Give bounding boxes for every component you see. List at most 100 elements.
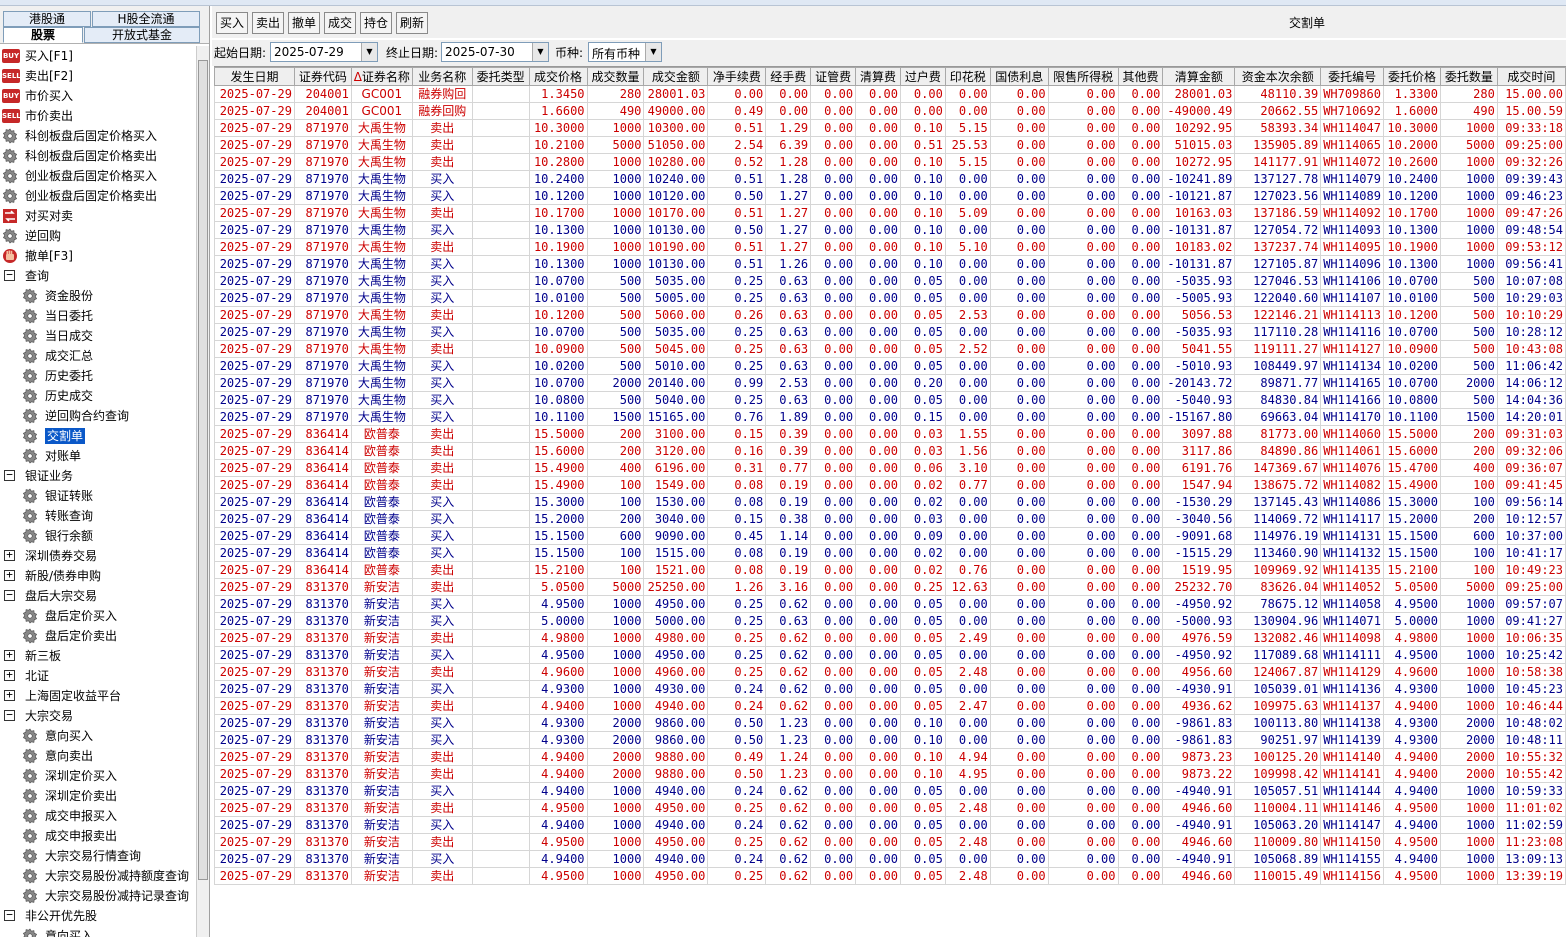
- expand-icon[interactable]: +: [4, 569, 15, 581]
- tree-item[interactable]: 意向买入: [0, 926, 196, 937]
- column-header[interactable]: 发生日期: [214, 67, 295, 86]
- table-row[interactable]: 2025-07-29 831370 新安洁 卖出 4.9400 1000 4940.00 0.…: [214, 697, 1566, 715]
- refresh-button[interactable]: 刷新: [396, 12, 428, 34]
- tab-open-end-funds[interactable]: 开放式基金: [84, 27, 200, 43]
- table-row[interactable]: 2025-07-29 836414 欧普泰 买入 15.1500 100 1515.00 0.…: [214, 544, 1566, 562]
- table-row[interactable]: 2025-07-29 836414 欧普泰 卖出 15.4900 100 1549.00 0.…: [214, 476, 1566, 494]
- column-header[interactable]: 证券代码: [293, 67, 352, 86]
- table-row[interactable]: 2025-07-29 871970 大禹生物 卖出 10.1200 500 5060.00 0…: [214, 306, 1566, 324]
- table-row[interactable]: 2025-07-29 831370 新安洁 卖出 5.0500 5000 25250.00 1…: [214, 578, 1566, 596]
- table-row[interactable]: 2025-07-29 831370 新安洁 买入 4.9500 1000 4950.00 0.…: [214, 646, 1566, 664]
- tree-item[interactable]: + 北证: [0, 666, 196, 686]
- column-header[interactable]: 成交价格: [528, 67, 588, 86]
- expand-icon[interactable]: +: [4, 689, 15, 701]
- tab-hk-connect[interactable]: 港股通: [3, 11, 91, 27]
- table-row[interactable]: 2025-07-29 871970 大禹生物 买入 10.0800 500 5040.00 0…: [214, 391, 1566, 409]
- column-header[interactable]: 委托数量: [1439, 67, 1498, 86]
- table-row[interactable]: 2025-07-29 831370 新安洁 买入 4.9300 1000 4930.00 0.…: [214, 680, 1566, 698]
- tree-item[interactable]: 逆回购合约查询: [0, 406, 196, 426]
- table-row[interactable]: 2025-07-29 831370 新安洁 卖出 4.9500 1000 4950.00 0.…: [214, 833, 1566, 851]
- column-header[interactable]: 其他费: [1117, 67, 1164, 86]
- tree-item[interactable]: 当日成交: [0, 326, 196, 346]
- sell-button[interactable]: 卖出: [252, 12, 284, 34]
- currency-select[interactable]: 所有币种 ▼: [588, 42, 662, 62]
- table-row[interactable]: 2025-07-29 831370 新安洁 卖出 4.9500 1000 4950.00 0.…: [214, 799, 1566, 817]
- collapse-icon[interactable]: −: [4, 269, 15, 281]
- column-header[interactable]: 过户费: [899, 67, 946, 86]
- tab-stocks[interactable]: 股票: [3, 27, 83, 43]
- column-header[interactable]: 成交数量: [586, 67, 645, 86]
- table-row[interactable]: 2025-07-29 871970 大禹生物 卖出 10.2100 5000 51050.0…: [214, 136, 1566, 154]
- table-row[interactable]: 2025-07-29 871970 大禹生物 买入 10.0700 500 5035.00 0…: [214, 323, 1566, 341]
- table-row[interactable]: 2025-07-29 836414 欧普泰 卖出 15.6000 200 3120.00 0.…: [214, 442, 1566, 460]
- table-row[interactable]: 2025-07-29 871970 大禹生物 卖出 10.0900 500 5045.00 0…: [214, 340, 1566, 358]
- tree-item[interactable]: 对账单: [0, 446, 196, 466]
- tree-item[interactable]: − 银证业务: [0, 466, 196, 486]
- tree-item[interactable]: − 大宗交易: [0, 706, 196, 726]
- tree-item[interactable]: 交割单: [0, 426, 196, 446]
- tree-item[interactable]: 银证转账: [0, 486, 196, 506]
- tree-item[interactable]: 撤单[F3]: [0, 246, 196, 266]
- tree-item[interactable]: 科创板盘后固定价格买入: [0, 126, 196, 146]
- column-header[interactable]: 委托编号: [1320, 67, 1384, 86]
- tree-item[interactable]: 盘后定价卖出: [0, 626, 196, 646]
- expand-icon[interactable]: +: [4, 549, 15, 561]
- table-row[interactable]: 2025-07-29 871970 大禹生物 买入 10.0700 500 5035.00 0…: [214, 272, 1566, 290]
- column-header[interactable]: 国债利息: [989, 67, 1049, 86]
- column-header[interactable]: 资金本次余额: [1234, 67, 1322, 86]
- tree-item[interactable]: 转账查询: [0, 506, 196, 526]
- tree-item[interactable]: 创业板盘后固定价格买入: [0, 166, 196, 186]
- cancel-order-button[interactable]: 撤单: [288, 12, 320, 34]
- table-row[interactable]: 2025-07-29 871970 大禹生物 买入 10.1300 1000 10130.0…: [214, 255, 1566, 273]
- tree-item[interactable]: 成交申报买入: [0, 806, 196, 826]
- tree-item[interactable]: 深圳定价卖出: [0, 786, 196, 806]
- collapse-icon[interactable]: −: [4, 709, 15, 721]
- column-header[interactable]: 委托价格: [1382, 67, 1441, 86]
- buy-button[interactable]: 买入: [216, 12, 248, 34]
- column-header[interactable]: 清算金额: [1162, 67, 1236, 86]
- tree-scrollbar-thumb[interactable]: [198, 60, 208, 880]
- tree-item[interactable]: 大宗交易股份减持额度查询: [0, 866, 196, 886]
- tree-item[interactable]: 历史成交: [0, 386, 196, 406]
- table-row[interactable]: 2025-07-29 871970 大禹生物 买入 10.0700 2000 20140.0…: [214, 374, 1566, 392]
- table-row[interactable]: 2025-07-29 871970 大禹生物 卖出 10.2800 1000 10280.0…: [214, 153, 1566, 171]
- tree-item[interactable]: BUY 市价买入: [0, 86, 196, 106]
- tree-item[interactable]: 成交汇总: [0, 346, 196, 366]
- column-header[interactable]: 委托类型: [471, 67, 530, 86]
- table-row[interactable]: 2025-07-29 836414 欧普泰 卖出 15.4900 400 6196.00 0.…: [214, 459, 1566, 477]
- table-row[interactable]: 2025-07-29 836414 欧普泰 卖出 15.5000 200 3100.00 0.…: [214, 425, 1566, 443]
- tree-item[interactable]: 盘后定价买入: [0, 606, 196, 626]
- column-header[interactable]: 经手费: [765, 67, 812, 86]
- chevron-down-icon[interactable]: ▼: [361, 43, 377, 61]
- tree-item[interactable]: 资金股份: [0, 286, 196, 306]
- table-row[interactable]: 2025-07-29 831370 新安洁 买入 4.9400 1000 4940.00 0.…: [214, 782, 1566, 800]
- column-header[interactable]: 成交金额: [643, 67, 709, 86]
- delivery-order-table[interactable]: 发生日期 证券代码 Δ证券名称 业务名称 委托类型 成交价格 成交数量 成交金额 净手续费 经手费…: [214, 66, 1566, 937]
- tree-item[interactable]: SELL 卖出[F2]: [0, 66, 196, 86]
- table-row[interactable]: 2025-07-29 831370 新安洁 买入 4.9400 1000 4940.00 0.…: [214, 850, 1566, 868]
- table-row[interactable]: 2025-07-29 836414 欧普泰 买入 15.3000 100 1530.00 0.…: [214, 493, 1566, 511]
- positions-button[interactable]: 持仓: [360, 12, 392, 34]
- table-row[interactable]: 2025-07-29 204001 GC001 融券购回 1.3450 280 28001.…: [214, 85, 1566, 103]
- tree-item[interactable]: 意向买入: [0, 726, 196, 746]
- filled-button[interactable]: 成交: [324, 12, 356, 34]
- tree-item[interactable]: + 新三板: [0, 646, 196, 666]
- table-row[interactable]: 2025-07-29 871970 大禹生物 卖出 10.1700 1000 10170.0…: [214, 204, 1566, 222]
- tree-item[interactable]: 对买对卖: [0, 206, 196, 226]
- column-header[interactable]: 清算费: [855, 67, 901, 86]
- collapse-icon[interactable]: −: [4, 469, 15, 481]
- table-row[interactable]: 2025-07-29 871970 大禹生物 卖出 10.3000 1000 10300.0…: [214, 119, 1566, 137]
- table-row[interactable]: 2025-07-29 831370 新安洁 卖出 4.9400 2000 9880.00 0.…: [214, 765, 1566, 783]
- tree-item[interactable]: 科创板盘后固定价格卖出: [0, 146, 196, 166]
- tree-item[interactable]: 银行余额: [0, 526, 196, 546]
- tree-item[interactable]: 创业板盘后固定价格卖出: [0, 186, 196, 206]
- column-header[interactable]: 限售所得税: [1047, 67, 1119, 86]
- tree-item[interactable]: 逆回购: [0, 226, 196, 246]
- table-row[interactable]: 2025-07-29 831370 新安洁 买入 4.9400 1000 4940.00 0.…: [214, 816, 1566, 834]
- table-row[interactable]: 2025-07-29 871970 大禹生物 买入 10.0100 500 5005.00 0…: [214, 289, 1566, 307]
- table-row[interactable]: 2025-07-29 871970 大禹生物 买入 10.2400 1000 10240.0…: [214, 170, 1566, 188]
- tree-item[interactable]: + 新股/债券申购: [0, 566, 196, 586]
- tree-scrollbar[interactable]: [196, 46, 209, 937]
- table-row[interactable]: 2025-07-29 871970 大禹生物 买入 10.1100 1500 15165.0…: [214, 408, 1566, 426]
- table-row[interactable]: 2025-07-29 871970 大禹生物 买入 10.1200 1000 10120.0…: [214, 187, 1566, 205]
